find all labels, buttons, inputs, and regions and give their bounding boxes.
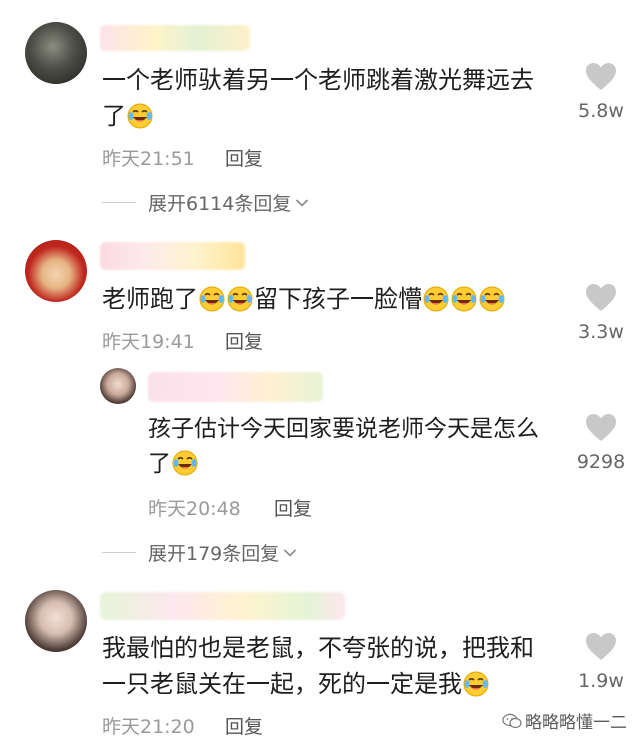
reply-button[interactable]: 回复 [274,494,312,521]
comment-text: 老师跑了 留下孩子一脸懵 [102,282,506,316]
laughing-crying-emoji [463,671,489,697]
heart-icon [585,62,617,92]
laughing-crying-emoji [199,286,225,312]
like-count: 3.3w [578,321,624,343]
laughing-crying-emoji [423,286,449,312]
watermark: 略略略懂一二 [502,708,627,733]
like-count: 5.8w [578,100,624,122]
chevron-down-icon [283,548,297,558]
timestamp: 昨天21:20 [102,716,195,738]
laughing-crying-emoji [227,286,253,312]
comment-text: 我最怕的也是老鼠，不夸张的说，把我和 [102,634,534,662]
avatar[interactable] [100,368,136,404]
like-button[interactable]: 1.9w [571,632,631,692]
laughing-crying-emoji [479,286,505,312]
chevron-down-icon [295,198,309,208]
timestamp: 昨天20:48 [148,498,241,520]
heart-icon [585,413,617,443]
comment-text: 一个老师驮着另一个老师跳着激光舞远去 [102,66,534,94]
heart-icon [585,283,617,313]
reply-text: 孩子估计今天回家要说老师今天是怎么 [148,416,539,442]
timestamp: 昨天21:51 [102,148,195,170]
avatar[interactable] [25,240,87,302]
laughing-crying-emoji [127,103,153,129]
reply-button[interactable]: 回复 [225,144,263,171]
like-button[interactable]: 9298 [571,413,631,473]
comment-text-cont: 一只老鼠关在一起，死的一定是我 [102,667,490,701]
comment-text-cont: 了 [102,99,154,133]
expand-replies[interactable]: 展开6114条回复 [102,189,309,216]
username[interactable] [100,25,250,51]
heart-icon [585,632,617,662]
like-button[interactable]: 3.3w [571,283,631,343]
username[interactable] [100,242,245,270]
expand-replies[interactable]: 展开179条回复 [102,539,297,566]
like-button[interactable]: 5.8w [571,62,631,122]
like-count: 1.9w [578,670,624,692]
wechat-icon [502,713,522,728]
laughing-crying-emoji [451,286,477,312]
reply-text-cont: 了 [148,447,199,481]
username[interactable] [148,372,323,402]
timestamp: 昨天19:41 [102,331,195,353]
reply-button[interactable]: 回复 [225,327,263,354]
avatar[interactable] [25,590,87,652]
divider [102,552,136,553]
laughing-crying-emoji [172,450,198,476]
avatar[interactable] [25,22,87,84]
reply-button[interactable]: 回复 [225,712,263,739]
username[interactable] [100,592,345,620]
like-count: 9298 [576,451,626,473]
divider [102,202,136,203]
